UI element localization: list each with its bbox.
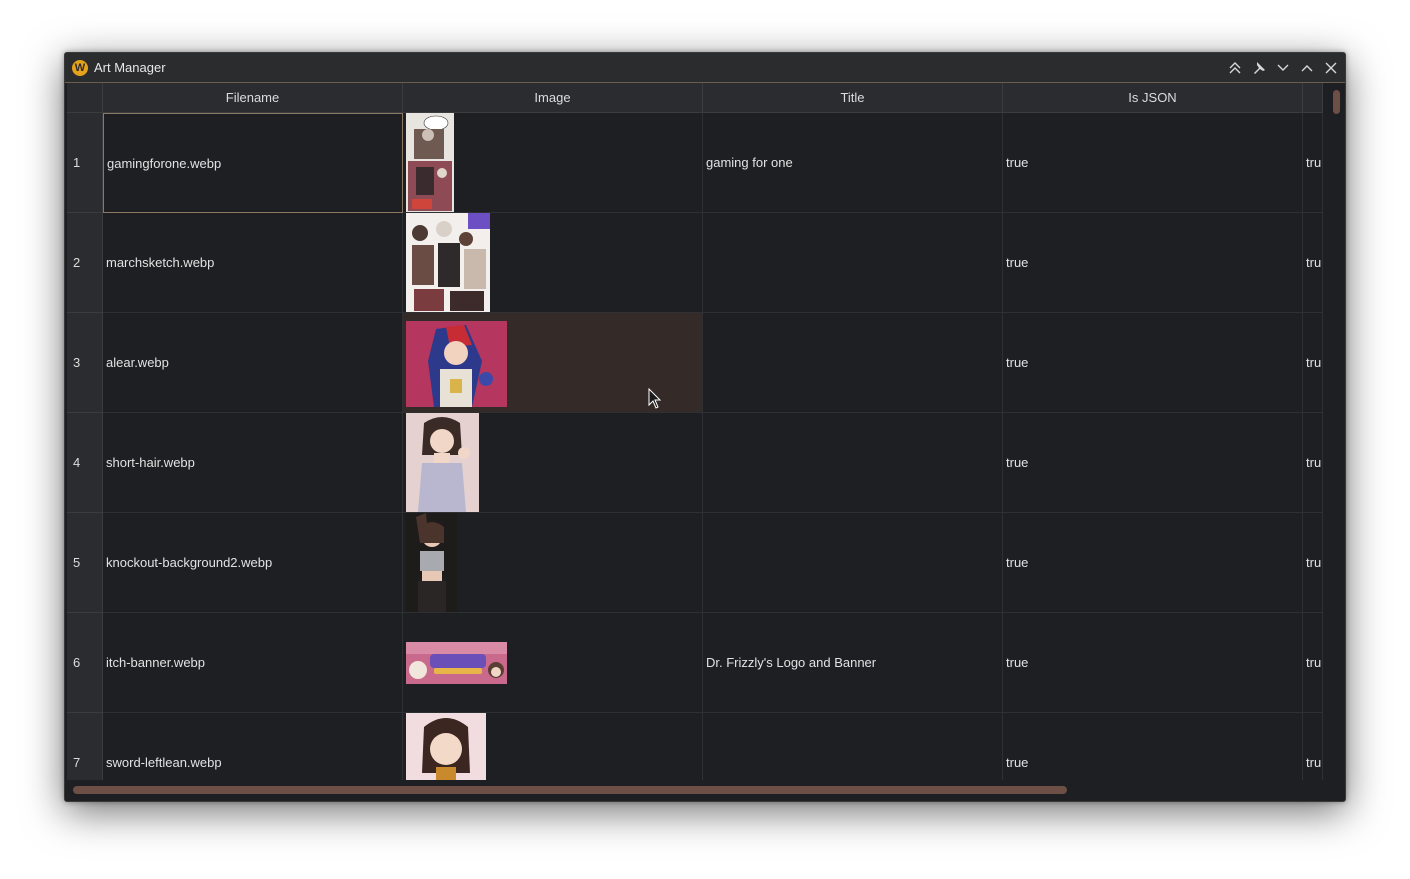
is-json-cell[interactable]: true xyxy=(1003,313,1303,413)
title-cell[interactable] xyxy=(703,313,1003,413)
extra-cell[interactable]: tru xyxy=(1303,413,1323,513)
filename-cell[interactable]: alear.webp xyxy=(103,313,403,413)
filename-cell[interactable]: short-hair.webp xyxy=(103,413,403,513)
column-header-is-json[interactable]: Is JSON xyxy=(1003,83,1303,113)
column-header-filename[interactable]: Filename xyxy=(103,83,403,113)
row-header[interactable]: 5 xyxy=(67,513,103,613)
horizontal-scroll-thumb[interactable] xyxy=(73,786,1067,794)
column-header-extra[interactable] xyxy=(1303,83,1323,113)
column-header-title[interactable]: Title xyxy=(703,83,1003,113)
window-title: Art Manager xyxy=(94,60,166,75)
filename-cell[interactable]: gamingforone.webp xyxy=(103,113,403,213)
collapse-all-button[interactable] xyxy=(1225,58,1245,78)
image-cell[interactable] xyxy=(403,413,703,513)
filename-cell[interactable]: marchsketch.webp xyxy=(103,213,403,313)
thumbnail-image xyxy=(406,413,479,512)
thumbnail-image xyxy=(406,642,507,684)
image-cell[interactable] xyxy=(403,613,703,713)
art-manager-window: W Art Manager Filename Image Title Is JS… xyxy=(64,52,1346,802)
mouse-pointer-icon xyxy=(648,388,662,409)
vertical-scroll-thumb[interactable] xyxy=(1333,90,1340,114)
title-cell[interactable] xyxy=(703,713,1003,780)
vertical-scrollbar[interactable] xyxy=(1329,87,1343,780)
extra-cell[interactable]: tru xyxy=(1303,313,1323,413)
row-header[interactable]: 2 xyxy=(67,213,103,313)
row-header[interactable]: 4 xyxy=(67,413,103,513)
filename-cell[interactable]: itch-banner.webp xyxy=(103,613,403,713)
image-cell[interactable] xyxy=(403,513,703,613)
row-header[interactable]: 6 xyxy=(67,613,103,713)
thumbnail-image xyxy=(406,513,457,612)
row-header[interactable]: 7 xyxy=(67,713,103,780)
column-header-image[interactable]: Image xyxy=(403,83,703,113)
pin-icon xyxy=(1254,62,1265,74)
close-button[interactable] xyxy=(1321,58,1341,78)
title-cell[interactable]: gaming for one xyxy=(703,113,1003,213)
image-cell[interactable] xyxy=(403,713,703,780)
thumbnail-image xyxy=(406,213,490,312)
filename-cell[interactable]: knockout-background2.webp xyxy=(103,513,403,613)
extra-cell[interactable]: tru xyxy=(1303,513,1323,613)
art-table[interactable]: Filename Image Title Is JSON 1 gamingfor… xyxy=(67,83,1323,780)
is-json-cell[interactable]: true xyxy=(1003,613,1303,713)
title-cell[interactable] xyxy=(703,413,1003,513)
is-json-cell[interactable]: true xyxy=(1003,713,1303,780)
chevron-down-icon xyxy=(1277,64,1289,71)
title-cell[interactable] xyxy=(703,513,1003,613)
extra-cell[interactable]: tru xyxy=(1303,713,1323,780)
maximize-button[interactable] xyxy=(1297,58,1317,78)
extra-cell[interactable]: tru xyxy=(1303,613,1323,713)
image-cell[interactable] xyxy=(403,113,703,213)
extra-cell[interactable]: tru xyxy=(1303,213,1323,313)
image-cell[interactable] xyxy=(403,213,703,313)
is-json-cell[interactable]: true xyxy=(1003,213,1303,313)
title-cell[interactable] xyxy=(703,213,1003,313)
is-json-cell[interactable]: true xyxy=(1003,113,1303,213)
table-corner[interactable] xyxy=(67,83,103,113)
pin-button[interactable] xyxy=(1249,58,1269,78)
thumbnail-image xyxy=(406,113,454,212)
row-header[interactable]: 1 xyxy=(67,113,103,213)
thumbnail-image xyxy=(406,713,486,780)
collapse-all-icon xyxy=(1229,62,1241,74)
is-json-cell[interactable]: true xyxy=(1003,513,1303,613)
extra-cell[interactable]: tru xyxy=(1303,113,1323,213)
title-cell[interactable]: Dr. Frizzly's Logo and Banner xyxy=(703,613,1003,713)
thumbnail-image xyxy=(406,321,507,407)
row-header[interactable]: 3 xyxy=(67,313,103,413)
is-json-cell[interactable]: true xyxy=(1003,413,1303,513)
app-logo-icon: W xyxy=(72,60,88,76)
titlebar[interactable]: W Art Manager xyxy=(65,53,1345,83)
chevron-up-icon xyxy=(1301,65,1313,72)
minimize-button[interactable] xyxy=(1273,58,1293,78)
filename-cell[interactable]: sword-leftlean.webp xyxy=(103,713,403,780)
close-icon xyxy=(1325,62,1337,74)
horizontal-scrollbar[interactable] xyxy=(65,781,1345,801)
